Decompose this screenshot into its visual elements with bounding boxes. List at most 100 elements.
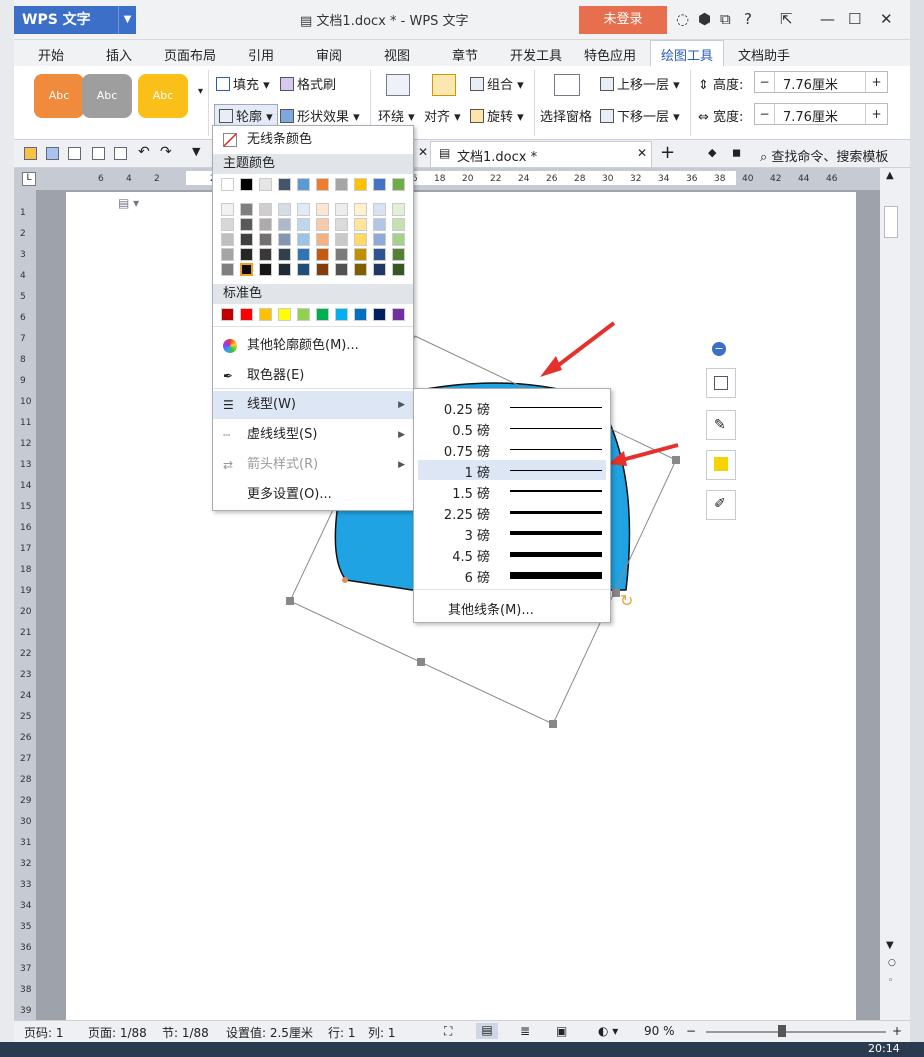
- theme-color-swatch[interactable]: [335, 178, 348, 191]
- theme-shade-swatch[interactable]: [392, 233, 405, 246]
- standard-color-swatch[interactable]: [259, 308, 272, 321]
- dash-type-item[interactable]: ┄ 虚线线型(S) ▶: [213, 421, 413, 449]
- resize-handle[interactable]: [672, 456, 680, 464]
- theme-shade-swatch[interactable]: [259, 203, 272, 216]
- theme-shade-swatch[interactable]: [259, 263, 272, 276]
- theme-shade-swatch[interactable]: [316, 233, 329, 246]
- zoom-level[interactable]: 90 %: [644, 1024, 675, 1038]
- theme-shade-swatch[interactable]: [316, 218, 329, 231]
- zoom-out-icon[interactable]: −: [686, 1024, 696, 1038]
- theme-shade-swatch[interactable]: [316, 203, 329, 216]
- theme-shade-swatch[interactable]: [373, 233, 386, 246]
- theme-shade-swatch[interactable]: [259, 233, 272, 246]
- theme-shade-swatch[interactable]: [278, 203, 291, 216]
- scroll-down-icon[interactable]: ▼: [886, 940, 894, 951]
- web-view-icon[interactable]: ▣: [556, 1024, 567, 1038]
- standard-color-swatch[interactable]: [335, 308, 348, 321]
- collapse-tools-icon[interactable]: −: [712, 342, 726, 356]
- theme-color-swatch[interactable]: [373, 178, 386, 191]
- line-weight-option[interactable]: 0.25 磅: [418, 397, 606, 418]
- theme-color-swatch[interactable]: [240, 178, 253, 191]
- line-weight-option[interactable]: 4.5 磅: [418, 544, 606, 565]
- theme-shade-swatch[interactable]: [297, 218, 310, 231]
- line-weight-option[interactable]: 0.75 磅: [418, 439, 606, 460]
- prev-page-icon[interactable]: ○: [888, 958, 896, 968]
- standard-color-swatch[interactable]: [297, 308, 310, 321]
- theme-shade-swatch[interactable]: [259, 248, 272, 261]
- line-weight-option[interactable]: 3 磅: [418, 523, 606, 544]
- theme-shade-swatch[interactable]: [297, 263, 310, 276]
- zoom-in-icon[interactable]: +: [892, 1024, 902, 1038]
- eyedropper-item[interactable]: ✒ 取色器(E): [213, 362, 413, 390]
- theme-shade-swatch[interactable]: [335, 248, 348, 261]
- theme-shade-swatch[interactable]: [240, 203, 253, 216]
- theme-shade-swatch[interactable]: [392, 248, 405, 261]
- theme-shade-swatch[interactable]: [354, 203, 367, 216]
- theme-shade-swatch[interactable]: [259, 218, 272, 231]
- theme-color-swatch[interactable]: [392, 178, 405, 191]
- theme-shade-swatch[interactable]: [335, 203, 348, 216]
- resize-handle[interactable]: [286, 597, 294, 605]
- resize-handle[interactable]: [417, 658, 425, 666]
- theme-shade-swatch[interactable]: [240, 233, 253, 246]
- outline-view-icon[interactable]: ≣: [520, 1024, 530, 1038]
- standard-color-swatch[interactable]: [221, 308, 234, 321]
- theme-shade-swatch[interactable]: [373, 218, 386, 231]
- theme-shade-swatch[interactable]: [373, 203, 386, 216]
- standard-color-swatch[interactable]: [373, 308, 386, 321]
- theme-color-swatch[interactable]: [221, 178, 234, 191]
- theme-color-swatch[interactable]: [354, 178, 367, 191]
- theme-shade-swatch[interactable]: [354, 218, 367, 231]
- scrollbar-thumb[interactable]: [884, 206, 898, 238]
- shape-outline-button[interactable]: ✐: [706, 490, 736, 520]
- eye-protection-icon[interactable]: ◐ ▾: [598, 1024, 618, 1038]
- theme-shade-swatch[interactable]: [240, 248, 253, 261]
- theme-shade-swatch[interactable]: [335, 218, 348, 231]
- theme-shade-swatch[interactable]: [278, 263, 291, 276]
- rotate-handle-icon[interactable]: ↻: [620, 591, 633, 610]
- line-weight-option[interactable]: 0.5 磅: [418, 418, 606, 439]
- standard-color-swatch[interactable]: [240, 308, 253, 321]
- standard-color-swatch[interactable]: [316, 308, 329, 321]
- more-lines-item[interactable]: 其他线条(M)...: [448, 599, 534, 618]
- resize-handle[interactable]: [549, 720, 557, 728]
- more-settings-item[interactable]: 更多设置(O)...: [213, 481, 413, 509]
- theme-shade-swatch[interactable]: [297, 203, 310, 216]
- select-browse-icon[interactable]: ◦: [888, 976, 893, 986]
- line-type-item[interactable]: ☰ 线型(W) ▶: [213, 391, 413, 419]
- theme-color-swatch[interactable]: [316, 178, 329, 191]
- edit-shape-button[interactable]: ✎: [706, 410, 736, 440]
- theme-color-swatch[interactable]: [297, 178, 310, 191]
- edit-point[interactable]: [342, 577, 348, 583]
- theme-shade-swatch[interactable]: [373, 263, 386, 276]
- theme-shade-swatch[interactable]: [354, 248, 367, 261]
- theme-color-swatch[interactable]: [278, 178, 291, 191]
- theme-shade-swatch[interactable]: [297, 248, 310, 261]
- theme-shade-swatch[interactable]: [392, 263, 405, 276]
- layout-options-button[interactable]: [706, 368, 736, 398]
- theme-shade-swatch[interactable]: [335, 233, 348, 246]
- theme-shade-swatch[interactable]: [335, 263, 348, 276]
- theme-shade-swatch[interactable]: [240, 263, 253, 276]
- line-weight-option[interactable]: 1.5 磅: [418, 481, 606, 502]
- standard-color-swatch[interactable]: [392, 308, 405, 321]
- theme-shade-swatch[interactable]: [221, 248, 234, 261]
- theme-shade-swatch[interactable]: [221, 218, 234, 231]
- theme-shade-swatch[interactable]: [278, 233, 291, 246]
- theme-shade-swatch[interactable]: [221, 233, 234, 246]
- more-outline-colors-item[interactable]: 其他轮廓颜色(M)...: [213, 332, 413, 360]
- vertical-scrollbar[interactable]: ▲ ▼ ○ ◦: [880, 168, 910, 1020]
- zoom-slider[interactable]: [706, 1031, 886, 1033]
- line-weight-option[interactable]: 1 磅: [418, 460, 606, 481]
- scroll-up-icon[interactable]: ▲: [886, 170, 894, 181]
- no-line-color-item[interactable]: 无线条颜色: [213, 126, 413, 154]
- theme-shade-swatch[interactable]: [240, 218, 253, 231]
- theme-shade-swatch[interactable]: [392, 218, 405, 231]
- theme-shade-swatch[interactable]: [278, 248, 291, 261]
- line-weight-option[interactable]: 2.25 磅: [418, 502, 606, 523]
- standard-color-swatch[interactable]: [278, 308, 291, 321]
- theme-shade-swatch[interactable]: [221, 263, 234, 276]
- standard-color-swatch[interactable]: [354, 308, 367, 321]
- theme-shade-swatch[interactable]: [354, 233, 367, 246]
- theme-shade-swatch[interactable]: [316, 248, 329, 261]
